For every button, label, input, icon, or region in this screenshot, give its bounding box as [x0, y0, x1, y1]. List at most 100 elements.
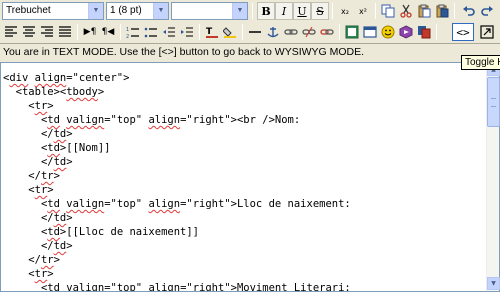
- scrollbar-thumb[interactable]: [487, 77, 500, 127]
- superscript-button[interactable]: x²: [354, 2, 372, 20]
- strikethrough-button[interactable]: S: [311, 2, 329, 20]
- media-icon: [399, 25, 413, 39]
- bold-button[interactable]: B: [257, 2, 275, 20]
- copy-icon: [381, 4, 395, 18]
- insert-link-button[interactable]: [282, 23, 300, 41]
- copy-button[interactable]: [379, 2, 397, 20]
- toolbar-separator: [332, 3, 333, 19]
- align-left-icon: [5, 26, 17, 37]
- unordered-list-icon: [144, 27, 157, 37]
- code-text: <td valign="top" align="right">Moviment …: [40, 282, 351, 291]
- mode-status-bar: You are in TEXT MODE. Use the [<>] butto…: [0, 43, 500, 62]
- ordered-list-icon: 12: [126, 27, 139, 39]
- toolbar-separator: [120, 24, 121, 40]
- code-text: <td valign="top" align="right">Lloc de n…: [40, 198, 351, 210]
- indent-icon: [181, 26, 193, 37]
- code-line: <td valign="top" align="right">Lloc de n…: [3, 197, 487, 211]
- insert-smiley-button[interactable]: [379, 23, 397, 41]
- anchor-button[interactable]: [264, 23, 282, 41]
- toolbar-separator: [77, 24, 78, 40]
- unlink-button[interactable]: [300, 23, 318, 41]
- toolbar-row-2: ▶¶ ¶◀ 12 T <>: [0, 21, 500, 43]
- text-color-button[interactable]: T: [203, 23, 221, 41]
- code-text: <td>[[Nom]]: [40, 142, 111, 154]
- code-line: <tr>: [3, 267, 487, 281]
- paste-button[interactable]: [415, 2, 433, 20]
- underline-button[interactable]: U: [293, 2, 311, 20]
- redo-button[interactable]: [478, 2, 496, 20]
- toggle-html-source-button[interactable]: <>: [452, 23, 474, 41]
- outdent-button[interactable]: [160, 23, 178, 41]
- code-text: <tr>: [28, 184, 54, 196]
- mode-status-text: You are in TEXT MODE. Use the [<>] butto…: [3, 46, 365, 58]
- code-line: </td>: [3, 211, 487, 225]
- horizontal-rule-button[interactable]: [246, 23, 264, 41]
- code-text: </td>: [40, 212, 73, 224]
- toolbar-separator: [375, 3, 376, 19]
- insert-special-button[interactable]: [415, 23, 433, 41]
- smiley-icon: [381, 25, 395, 39]
- code-text: </td>: [40, 156, 73, 168]
- rtl-icon: ¶◀: [101, 27, 115, 37]
- unordered-list-button[interactable]: [142, 23, 160, 41]
- scroll-down-button[interactable]: ▼: [487, 277, 500, 290]
- svg-text:1: 1: [126, 27, 129, 33]
- vertical-scrollbar[interactable]: ▲ ▼: [486, 63, 500, 291]
- insert-media-button[interactable]: [397, 23, 415, 41]
- font-size-select[interactable]: 1 (8 pt) ▼: [106, 2, 169, 20]
- text-color-icon: T: [206, 27, 218, 38]
- image-icon: [345, 25, 359, 39]
- chevron-down-icon[interactable]: ▼: [232, 3, 247, 19]
- code-line: <tr>: [3, 183, 487, 197]
- link-icon: [320, 29, 334, 35]
- ltr-button[interactable]: ▶¶: [81, 23, 99, 41]
- outdent-icon: [163, 26, 175, 37]
- align-right-button[interactable]: [38, 23, 56, 41]
- code-line: <td>[[Lloc de naixement]]: [3, 225, 487, 239]
- table-icon: [363, 26, 377, 38]
- insert-image-button[interactable]: [343, 23, 361, 41]
- fullscreen-button[interactable]: [478, 23, 496, 41]
- background-color-button[interactable]: [221, 23, 239, 41]
- toolbar-separator: [454, 3, 455, 19]
- format-select[interactable]: ▼: [171, 2, 248, 20]
- toolbar-separator: [242, 24, 243, 40]
- special-insert-icon: [418, 26, 431, 39]
- align-center-button[interactable]: [20, 23, 38, 41]
- cut-button[interactable]: [397, 2, 415, 20]
- italic-button[interactable]: I: [275, 2, 293, 20]
- html-source-editor[interactable]: <div align="center"> <table><tbody> <tr>…: [0, 62, 500, 292]
- font-size-value: 1 (8 pt): [110, 5, 142, 16]
- chevron-down-icon[interactable]: ▼: [153, 3, 168, 19]
- code-line: <td>[[Nom]]: [3, 141, 487, 155]
- svg-text:2: 2: [126, 34, 129, 39]
- undo-button[interactable]: [460, 2, 478, 20]
- code-line: </td>: [3, 239, 487, 253]
- subscript-button[interactable]: x₂: [336, 2, 354, 20]
- font-family-select[interactable]: Trebuchet ▼: [2, 2, 104, 20]
- rtl-button[interactable]: ¶◀: [99, 23, 117, 41]
- code-area[interactable]: <div align="center"> <table><tbody> <tr>…: [3, 71, 487, 291]
- align-right-icon: [41, 26, 53, 37]
- indent-button[interactable]: [178, 23, 196, 41]
- align-left-button[interactable]: [2, 23, 20, 41]
- align-justify-button[interactable]: [56, 23, 74, 41]
- paste-word-button[interactable]: [433, 2, 451, 20]
- link-button-2[interactable]: [318, 23, 336, 41]
- anchor-icon: [267, 27, 279, 38]
- insert-table-button[interactable]: [361, 23, 379, 41]
- ordered-list-button[interactable]: 12: [124, 23, 142, 41]
- chevron-down-icon[interactable]: ▼: [88, 3, 103, 19]
